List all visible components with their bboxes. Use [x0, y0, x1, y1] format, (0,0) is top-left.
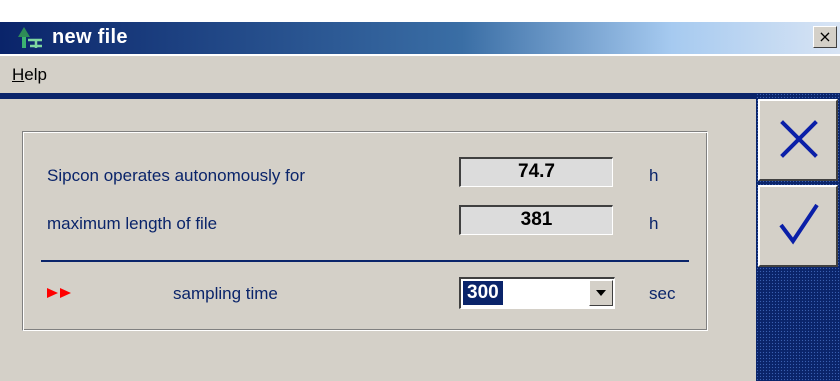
- close-button[interactable]: ×: [813, 26, 837, 48]
- settings-group: Sipcon operates autonomously for 74.7 h …: [22, 131, 708, 331]
- sampling-time-label: sampling time: [173, 284, 278, 303]
- help-mnemonic: H: [12, 65, 25, 84]
- ok-button[interactable]: [758, 185, 838, 267]
- sampling-time-select[interactable]: 300: [459, 277, 615, 309]
- max-length-unit: h: [649, 214, 659, 233]
- help-label-rest: elp: [24, 65, 47, 84]
- autonomy-unit: h: [649, 166, 659, 185]
- dropdown-button[interactable]: [589, 280, 613, 306]
- dialog-window: new file × Help Sipcon operates autonomo…: [0, 0, 840, 381]
- title-bar[interactable]: new file ×: [0, 0, 840, 56]
- menu-bar: Help: [0, 58, 840, 92]
- max-length-label: maximum length of file: [47, 214, 218, 233]
- cross-icon: [780, 120, 818, 158]
- menu-item-help[interactable]: Help: [12, 65, 47, 85]
- checkmark-icon: [779, 203, 819, 245]
- chevron-down-icon: [596, 290, 606, 296]
- cancel-button[interactable]: [758, 99, 838, 181]
- autonomy-readout: 74.7: [459, 157, 613, 187]
- window-title: new file: [52, 26, 128, 48]
- autonomy-label: Sipcon operates autonomously for: [47, 166, 305, 185]
- group-separator: [41, 260, 689, 262]
- max-length-readout: 381: [459, 205, 613, 235]
- sampling-time-value[interactable]: 300: [463, 281, 503, 305]
- sampling-time-unit: sec: [649, 284, 676, 303]
- close-icon: ×: [818, 27, 832, 46]
- side-button-panel: [756, 93, 840, 381]
- app-icon: [18, 27, 42, 48]
- main-panel: Sipcon operates autonomously for 74.7 h …: [0, 99, 756, 381]
- double-arrow-right-icon: [47, 288, 71, 298]
